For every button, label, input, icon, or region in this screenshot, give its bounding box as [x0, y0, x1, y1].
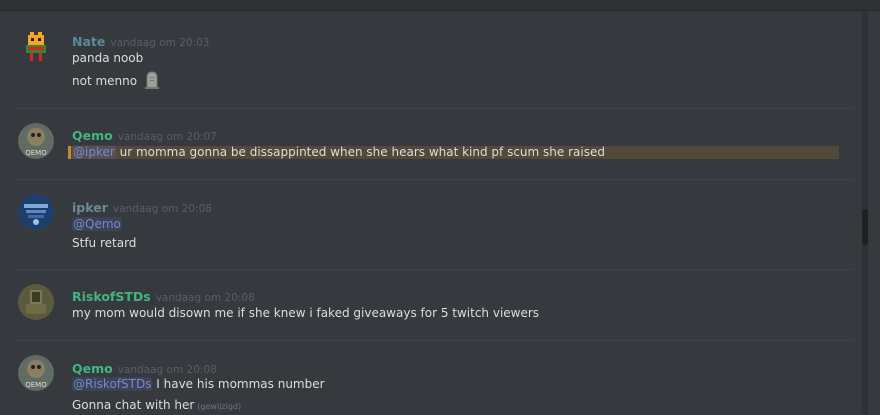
user-mention[interactable]: @ipker	[72, 145, 116, 159]
edited-indicator: (gewijzigd)	[197, 402, 242, 411]
qemo-avatar[interactable]: QEMO	[18, 123, 54, 159]
username[interactable]: RiskofSTDs	[72, 289, 151, 304]
message-text: not menno	[72, 71, 160, 92]
username[interactable]: Nate	[72, 34, 105, 49]
timestamp: vandaag om 20:08	[112, 203, 212, 215]
svg-text:QEMO: QEMO	[25, 381, 47, 389]
ipker-avatar[interactable]	[18, 194, 54, 230]
username[interactable]: ipker	[72, 200, 108, 215]
message-text: @ipker ur momma gonna be dissappinted wh…	[72, 145, 605, 159]
message-text: @Qemo	[72, 217, 122, 231]
message-text: Stfu retard	[72, 236, 137, 250]
message-group: ipker vandaag om 20:08 @Qemo Stfu retard	[0, 180, 860, 269]
top-bar	[0, 0, 880, 11]
timestamp: vandaag om 20:03	[110, 37, 210, 49]
riskofstds-avatar[interactable]	[18, 284, 54, 320]
message-header: RiskofSTDs vandaag om 20:08	[72, 286, 255, 305]
message-list[interactable]: Nate vandaag om 20:03 panda noob not menn…	[0, 11, 860, 415]
message-text: Gonna chat with her (gewijzigd)	[72, 398, 241, 412]
username[interactable]: Qemo	[72, 128, 113, 143]
message-text-content: Gonna chat with her	[72, 398, 195, 412]
timestamp: vandaag om 20:07	[117, 131, 217, 143]
svg-text:QEMO: QEMO	[25, 149, 47, 157]
pixel-character-avatar[interactable]	[18, 29, 54, 65]
message-header: Qemo vandaag om 20:07	[72, 125, 217, 144]
tombstone-emoji	[144, 71, 160, 92]
message-text-content: I have his mommas number	[152, 377, 325, 391]
message-group: Nate vandaag om 20:03 panda noob not menn…	[0, 11, 860, 108]
user-mention[interactable]: @RiskofSTDs	[72, 377, 153, 391]
message-header: ipker vandaag om 20:08	[72, 197, 212, 216]
user-mention[interactable]: @Qemo	[72, 217, 122, 231]
message-header: Nate vandaag om 20:03	[72, 31, 209, 50]
username[interactable]: Qemo	[72, 361, 113, 376]
message-text: @RiskofSTDs I have his mommas number	[72, 377, 325, 391]
message-text-content: ur momma gonna be dissappinted when she …	[115, 145, 605, 159]
scrollbar-thumb[interactable]	[862, 209, 868, 245]
message-group: RiskofSTDs vandaag om 20:08 my mom would …	[0, 270, 860, 340]
message-text: my mom would disown me if she knew i fak…	[72, 306, 540, 320]
message-header: Qemo vandaag om 20:08	[72, 358, 217, 377]
message-text: panda noob	[72, 51, 144, 65]
timestamp: vandaag om 20:08	[155, 292, 255, 304]
message-group: QEMO Qemo vandaag om 20:08 @RiskofSTDs I …	[0, 341, 860, 415]
qemo-avatar[interactable]: QEMO	[18, 355, 54, 391]
message-group: QEMO Qemo vandaag om 20:07	[0, 109, 860, 179]
message-text-content: not menno	[72, 74, 138, 88]
timestamp: vandaag om 20:08	[117, 364, 217, 376]
